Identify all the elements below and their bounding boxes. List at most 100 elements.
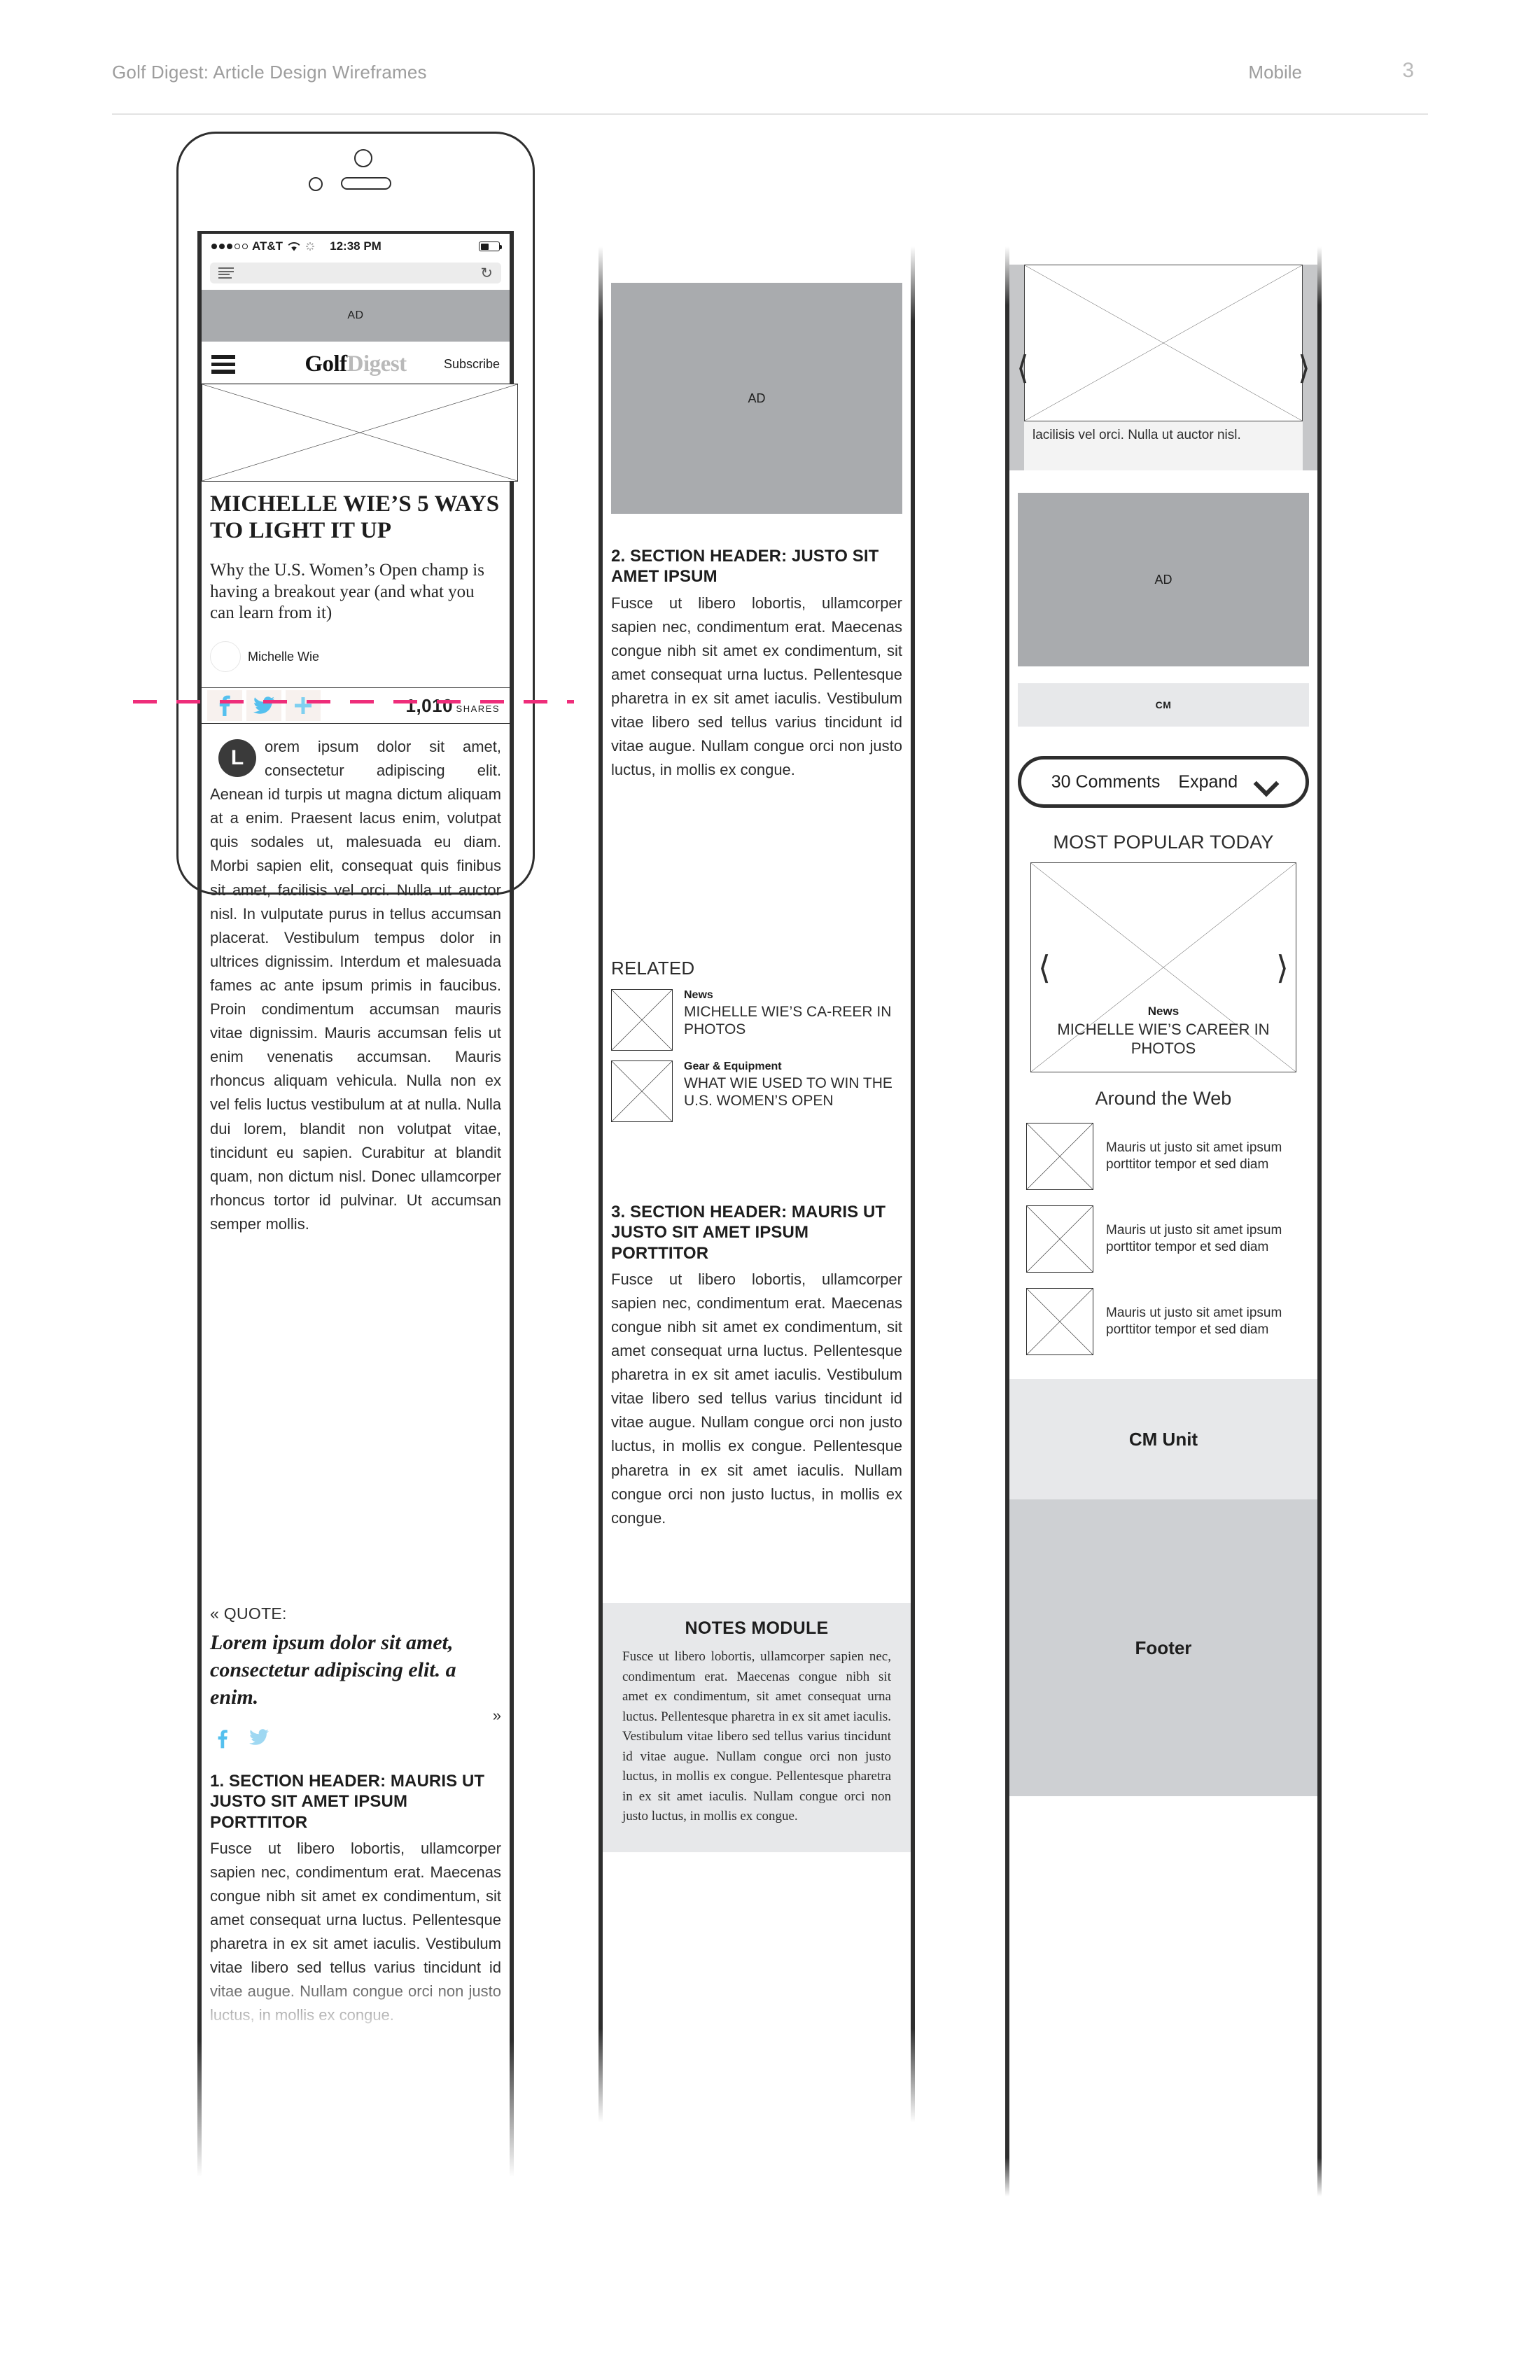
list-item[interactable]: Mauris ut justo sit amet ipsum porttitor… [1026,1205,1306,1273]
status-bar: AT&T 12:38 PM [202,231,510,259]
around-the-web-thumbnail [1026,1205,1093,1273]
byline: Michelle Wie [210,641,319,672]
plus-icon [295,697,312,714]
related-title: RELATED [611,958,695,979]
facebook-icon [219,695,230,716]
twitter-share-button[interactable] [246,690,281,721]
drop-cap: L [218,739,256,777]
around-the-web-thumbnail [1026,1288,1093,1355]
around-the-web-text: Mauris ut justo sit amet ipsum porttitor… [1106,1140,1282,1172]
section-2-body: Fusce ut libero lobortis, ullamcorper sa… [611,594,902,779]
screen-column-1: AT&T 12:38 PM ↻ AD GolfDigest Subscribe … [197,231,518,2177]
brand-digest: Digest [346,351,407,377]
more-share-button[interactable] [286,690,321,721]
share-count-number: 1,010 [405,694,454,716]
around-the-web-list: Mauris ut justo sit amet ipsum porttitor… [1026,1123,1306,1371]
subscribe-link[interactable]: Subscribe [444,357,500,372]
reader-view-icon[interactable] [218,267,234,279]
ad-unit-sidebar[interactable]: AD [1018,493,1309,666]
share-bar: 1,010 SHARES [202,687,510,724]
cm-unit-block[interactable]: CM Unit [1009,1379,1317,1499]
page-number: 3 [1402,59,1414,82]
refresh-icon[interactable]: ↻ [480,266,493,281]
related-module: RELATED News MICHELLE WIE’S CA-REER IN P… [611,958,902,1122]
chevron-left-icon[interactable]: ⟨ [1038,951,1051,983]
section-3-body: Fusce ut libero lobortis, ullamcorper sa… [611,1270,902,1527]
related-item[interactable]: News MICHELLE WIE’S CA-REER IN PHOTOS [611,989,902,1051]
phone-camera-icon [354,149,372,167]
related-item[interactable]: Gear & Equipment WHAT WIE USED TO WIN TH… [611,1060,902,1122]
ad-unit-mid[interactable]: AD [611,283,902,514]
section-2: 2. SECTION HEADER: JUSTO SIT AMET IPSUM … [611,546,902,782]
chevron-right-icon[interactable]: ⟩ [1298,351,1310,384]
battery-icon [479,241,502,251]
quote-facebook-share-button[interactable] [217,1729,228,1752]
phone-speaker-icon [341,177,391,190]
most-popular-kicker: News [1147,1004,1180,1018]
most-popular-headline: MICHELLE WIE’S CAREER IN PHOTOS [1057,1021,1270,1057]
most-popular-caption: News MICHELLE WIE’S CAREER IN PHOTOS [1031,1004,1296,1058]
share-count-label: SHARES [456,703,500,714]
status-bar-right [479,241,502,251]
image-carousel: lacilisis vel orci. Nulla ut auctor nisl… [1009,265,1317,470]
section-1: 1. SECTION HEADER: MAURIS UT JUSTO SIT A… [210,1771,501,2028]
around-the-web-thumbnail [1026,1123,1093,1190]
section-3: 3. SECTION HEADER: MAURIS UT JUSTO SIT A… [611,1202,902,1530]
facebook-share-button[interactable] [207,690,242,721]
around-the-web-title: Around the Web [1095,1088,1232,1109]
twitter-icon [253,696,274,714]
comments-count: 30 Comments [1051,771,1161,792]
cm-bar[interactable]: CM [1018,683,1309,727]
notes-module: NOTES MODULE Fusce ut libero lobortis, u… [603,1603,911,1852]
share-count: 1,010 SHARES [406,696,505,715]
most-popular-carousel: News MICHELLE WIE’S CAREER IN PHOTOS ⟨ ⟩ [1030,862,1296,1072]
platform-label: Mobile [1248,62,1302,83]
related-headline: WHAT WIE USED TO WIN THE U.S. WOMEN’S OP… [684,1075,892,1110]
list-item[interactable]: Mauris ut justo sit amet ipsum porttitor… [1026,1288,1306,1355]
fold-line-indicator [133,700,574,704]
carousel-caption: lacilisis vel orci. Nulla ut auctor nisl… [1024,421,1303,470]
document-header: Golf Digest: Article Design Wireframes M… [112,59,1428,104]
avatar [210,641,241,672]
chevron-left-icon[interactable]: ⟨ [1016,351,1029,384]
related-kicker: News [684,989,713,1001]
clock-label: 12:38 PM [330,239,382,253]
quote-twitter-share-button[interactable] [249,1729,269,1752]
address-bar[interactable]: ↻ [210,262,501,284]
document-title: Golf Digest: Article Design Wireframes [112,62,427,83]
brand-golf: Golf [304,351,347,377]
around-the-web-text: Mauris ut justo sit amet ipsum porttitor… [1106,1223,1282,1254]
chevron-right-icon[interactable]: ⟩ [1276,951,1289,983]
chevron-down-icon[interactable] [1256,772,1275,792]
notes-module-body: Fusce ut libero lobortis, ullamcorper sa… [622,1649,891,1823]
ad-banner-top[interactable]: AD [202,290,510,342]
article-body: L orem ipsum dolor sit amet, consectetur… [210,735,501,1236]
browser-bar: ↻ [202,259,510,287]
related-thumbnail [611,1060,673,1122]
article-headline: MICHELLE WIE’S 5 WAYS TO LIGHT IT UP [210,491,500,543]
quote-text: Lorem ipsum dolor sit amet, consectetur … [210,1631,456,1709]
section-2-heading: 2. SECTION HEADER: JUSTO SIT AMET IPSUM [611,547,879,587]
pull-quote: « QUOTE: Lorem ipsum dolor sit amet, con… [210,1604,501,1752]
section-1-body: Fusce ut libero lobortis, ullamcorper sa… [210,1839,501,2024]
most-popular-title: MOST POPULAR TODAY [1053,832,1274,853]
article-deck: Why the U.S. Women’s Open champ is havin… [210,561,484,622]
list-item[interactable]: Mauris ut justo sit amet ipsum porttitor… [1026,1123,1306,1190]
related-kicker: Gear & Equipment [684,1060,782,1072]
screen-column-3: lacilisis vel orci. Nulla ut auctor nisl… [1005,246,1322,2197]
facebook-icon [218,1730,227,1749]
wireframe-page: Golf Digest: Article Design Wireframes M… [0,0,1540,2380]
related-headline: MICHELLE WIE’S CA-REER IN PHOTOS [684,1004,892,1038]
section-3-heading: 3. SECTION HEADER: MAURIS UT JUSTO SIT A… [611,1203,886,1263]
quote-label: « QUOTE: [210,1604,287,1623]
quote-share-row [210,1729,501,1752]
around-the-web-text: Mauris ut justo sit amet ipsum porttitor… [1106,1306,1282,1337]
body-paragraph: orem ipsum dolor sit amet, consectetur a… [210,738,501,1233]
phone-sensor-icon [309,177,323,191]
comments-toggle[interactable]: 30 Comments Expand [1018,756,1309,808]
hero-image-placeholder [202,384,518,482]
footer-block: Footer [1009,1499,1317,1796]
section-1-heading: 1. SECTION HEADER: MAURIS UT JUSTO SIT A… [210,1772,485,1832]
related-thumbnail [611,989,673,1051]
header-divider [112,113,1428,115]
